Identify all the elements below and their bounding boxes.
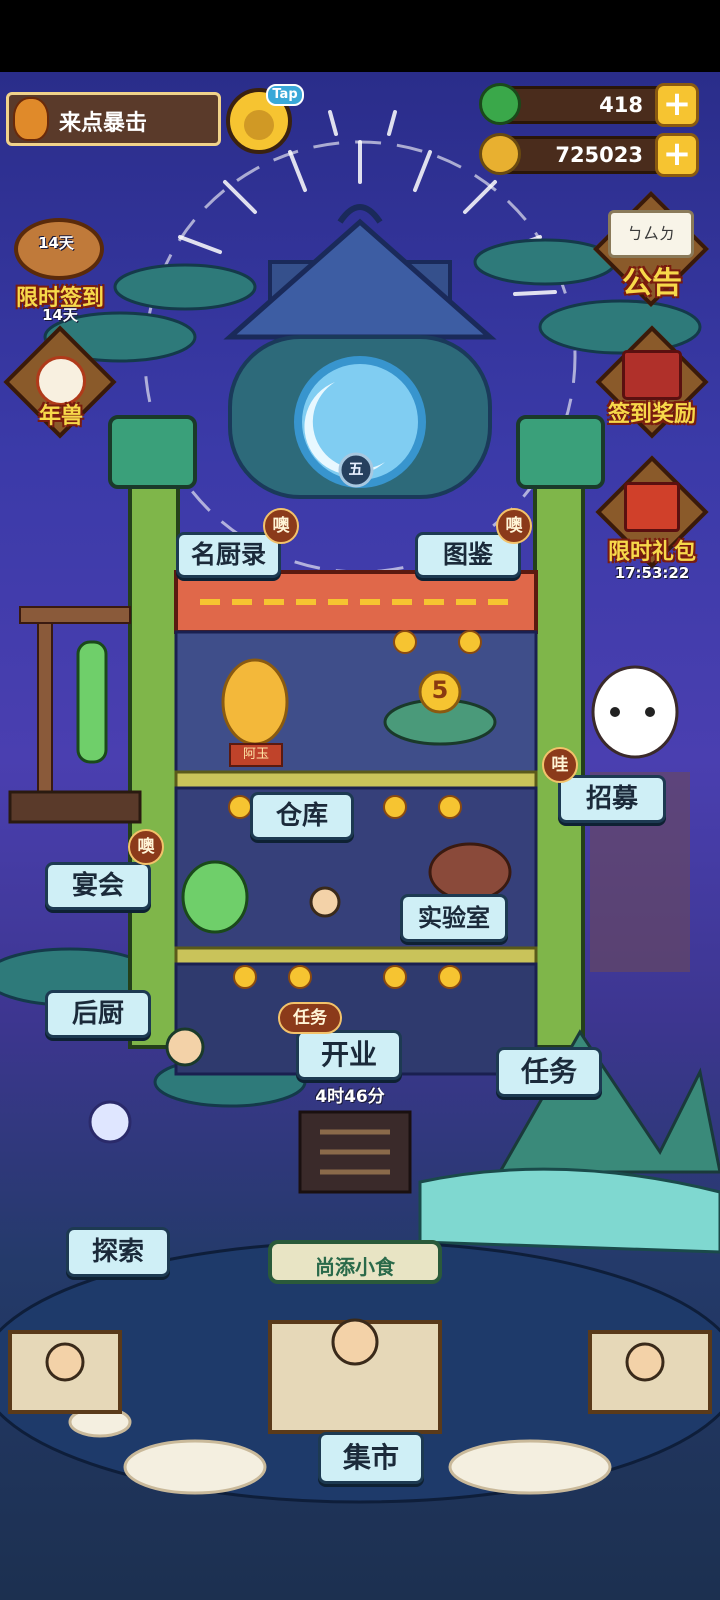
coin-value: 725023 <box>555 143 643 167</box>
signin-days: 14天 <box>38 234 74 252</box>
tasks-button[interactable]: 任务 <box>496 1047 602 1097</box>
kitchen-button[interactable]: 后厨 <box>45 990 151 1038</box>
recruit-button[interactable]: 招募 <box>558 775 666 823</box>
game-screen: 尚添小食 五 阿玉 5 来点暴击 Tap 418 + 725023 + 限时签到… <box>0 0 720 1600</box>
add-coin-button[interactable]: + <box>655 133 699 177</box>
tap-badge[interactable]: Tap <box>266 84 304 106</box>
jade-resource-bar: 418 + <box>479 83 699 127</box>
banquet-button[interactable]: 宴会 <box>45 862 151 910</box>
market-sign: 尚添小食 <box>315 1255 395 1279</box>
jade-value: 418 <box>599 93 643 117</box>
market-button[interactable]: 集市 <box>318 1432 424 1484</box>
banquet-badge: 噢 <box>128 829 164 865</box>
scroll-icon: ㄅㄙㄉ <box>608 210 694 258</box>
nian-beast-label: 年兽 <box>38 404 83 429</box>
open-business-timer: 4时46分 <box>315 1087 385 1107</box>
game-viewport: 尚添小食 五 阿玉 5 来点暴击 Tap 418 + 725023 + 限时签到… <box>0 72 720 1600</box>
temple-roof-icon <box>223 204 497 499</box>
cake-number: 5 <box>431 676 449 704</box>
fox-icon <box>13 97 49 141</box>
lab-button[interactable]: 实验室 <box>400 894 508 942</box>
chefs-button[interactable]: 名厨录 <box>176 532 281 578</box>
warehouse-button[interactable]: 仓库 <box>250 792 354 840</box>
explore-button[interactable]: 探索 <box>66 1227 170 1277</box>
chefs-badge: 噢 <box>263 508 299 544</box>
jade-icon <box>479 83 521 125</box>
add-jade-button[interactable]: + <box>655 83 699 127</box>
red-chest-icon <box>622 350 682 400</box>
nian-beast-button[interactable]: 年兽 <box>3 325 117 442</box>
recruit-badge: 哇 <box>542 747 578 783</box>
status-bar <box>0 0 720 72</box>
statue-sign: 阿玉 <box>242 747 269 762</box>
open-business-button[interactable]: 开业 <box>296 1030 402 1080</box>
coin-resource-bar: 725023 + <box>479 133 699 177</box>
event-banner[interactable]: 来点暴击 <box>6 92 221 146</box>
limited-gift-label: 限时礼包 <box>607 540 696 565</box>
moon-plaque: 五 <box>348 460 364 478</box>
limited-signin-days: 14天 <box>42 306 78 324</box>
gift-box-icon <box>624 482 680 532</box>
bell-tower-icon <box>8 606 142 824</box>
coin-icon <box>479 133 521 175</box>
notice-button[interactable]: ㄅㄙㄉ 公告 <box>592 191 712 310</box>
signin-reward-label: 签到奖励 <box>607 402 696 427</box>
smiley-face-icon <box>244 110 274 140</box>
limited-gift-button[interactable]: 限时礼包 17:53:22 <box>592 455 712 589</box>
open-business-task-badge: 任务 <box>278 1002 342 1034</box>
event-label: 来点暴击 <box>59 111 148 136</box>
gift-timer: 17:53:22 <box>614 564 690 582</box>
signin-reward-button[interactable]: 签到奖励 <box>592 325 712 444</box>
notice-label: 公告 <box>622 266 682 301</box>
atlas-badge: 噢 <box>496 508 532 544</box>
